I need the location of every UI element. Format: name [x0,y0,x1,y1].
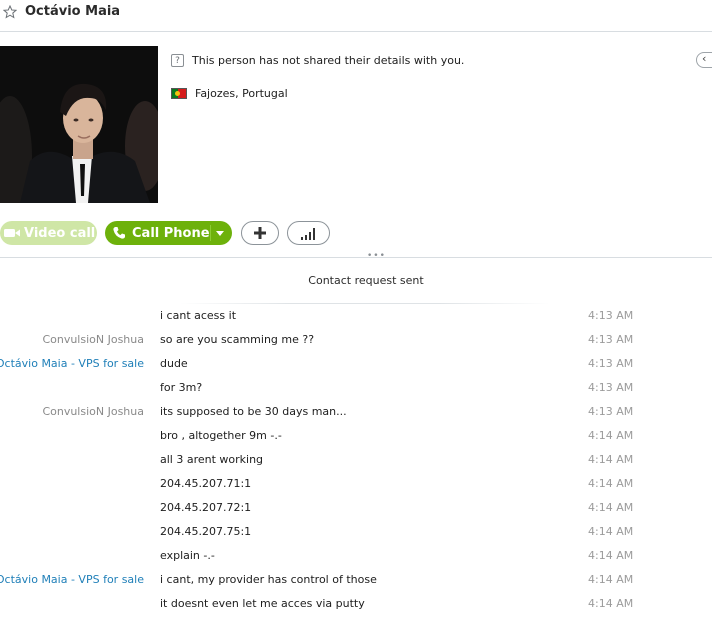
message-timestamp: 4:14 AM [588,597,634,610]
contact-name: Octávio Maia [25,4,121,19]
message-text: for 3m? [160,381,203,394]
location-text: Fajozes, Portugal [195,86,288,100]
call-phone-button[interactable]: Call Phone [105,221,232,245]
message-text: its supposed to be 30 days man... [160,405,347,418]
notice-divider [180,303,550,304]
message-timestamp: 4:13 AM [588,405,634,418]
message-timestamp: 4:14 AM [588,477,634,490]
message-text: 204.45.207.75:1 [160,525,252,538]
video-call-button[interactable]: Video call [0,221,97,245]
message-text: i cant, my provider has control of those [160,573,377,586]
message-text: i cant acess it [160,309,237,322]
call-phone-label: Call Phone [132,225,210,241]
add-button[interactable] [241,221,279,245]
message-sender[interactable]: Octávio Maia - VPS for sale [0,357,144,370]
message-row[interactable]: Octávio Maia - VPS for sale dude 4:13 AM [0,357,712,381]
message-row[interactable]: explain -.- 4:14 AM [0,549,712,573]
message-text: 204.45.207.71:1 [160,477,252,490]
message-timestamp: 4:13 AM [588,309,634,322]
message-row[interactable]: Octávio Maia - VPS for sale i cant, my pr… [0,573,712,597]
message-row[interactable]: all 3 arent working 4:14 AM [0,453,712,477]
contact-request-notice: Contact request sent [308,274,424,287]
message-sender[interactable]: ConvulsioN Joshua [42,333,144,346]
message-text: bro , altogether 9m -.- [160,429,282,442]
call-dropdown-chevron-icon[interactable] [216,231,224,236]
question-icon: ? [171,53,184,67]
message-timestamp: 4:14 AM [588,429,634,442]
message-row[interactable]: 204.45.207.72:1 4:14 AM [0,501,712,525]
contact-avatar[interactable] [0,46,158,203]
favorite-star-icon[interactable] [3,5,17,19]
message-row[interactable]: it doesnt even let me acces via putty 4:1… [0,597,712,621]
message-text: all 3 arent working [160,453,264,466]
location-row: Fajozes, Portugal [171,85,288,101]
signal-bars-icon [300,227,315,240]
call-quality-button[interactable] [287,221,330,245]
video-call-label: Video call [24,225,96,241]
details-notice-row: ? This person has not shared their detai… [171,52,464,68]
message-sender[interactable]: Octávio Maia - VPS for sale [0,573,144,586]
message-sender[interactable]: ConvulsioN Joshua [42,405,144,418]
chevron-left-icon: ‹ [702,52,707,65]
phone-icon [113,227,125,239]
resize-grip-icon[interactable]: ••• [367,251,386,261]
pane-splitter[interactable] [0,257,712,258]
message-row[interactable]: ConvulsioN Joshua its supposed to be 30 d… [0,405,712,429]
message-timestamp: 4:14 AM [588,549,634,562]
message-timestamp: 4:14 AM [588,525,634,538]
message-timestamp: 4:14 AM [588,453,634,466]
message-text: 204.45.207.72:1 [160,501,252,514]
message-row[interactable]: i cant acess it 4:13 AM [0,309,712,333]
message-row[interactable]: 204.45.207.75:1 4:14 AM [0,525,712,549]
call-split-divider [210,225,211,241]
contact-header: Octávio Maia [0,0,712,32]
message-text: so are you scamming me ?? [160,333,315,346]
message-timestamp: 4:13 AM [588,333,634,346]
video-camera-icon [4,229,20,237]
message-timestamp: 4:14 AM [588,573,634,586]
message-row[interactable]: 204.45.207.71:1 4:14 AM [0,477,712,501]
details-notice-text: This person has not shared their details… [192,53,465,67]
message-timestamp: 4:13 AM [588,357,634,370]
message-timestamp: 4:13 AM [588,381,634,394]
message-text: explain -.- [160,549,215,562]
message-text: it doesnt even let me acces via putty [160,597,365,610]
collapse-profile-button[interactable]: ‹ [696,52,712,68]
message-text: dude [160,357,188,370]
message-row[interactable]: bro , altogether 9m -.- 4:14 AM [0,429,712,453]
message-timestamp: 4:14 AM [588,501,634,514]
plus-icon [254,227,266,239]
portugal-flag-icon [171,87,187,99]
message-row[interactable]: ConvulsioN Joshua so are you scamming me … [0,333,712,357]
message-row[interactable]: for 3m? 4:13 AM [0,381,712,405]
